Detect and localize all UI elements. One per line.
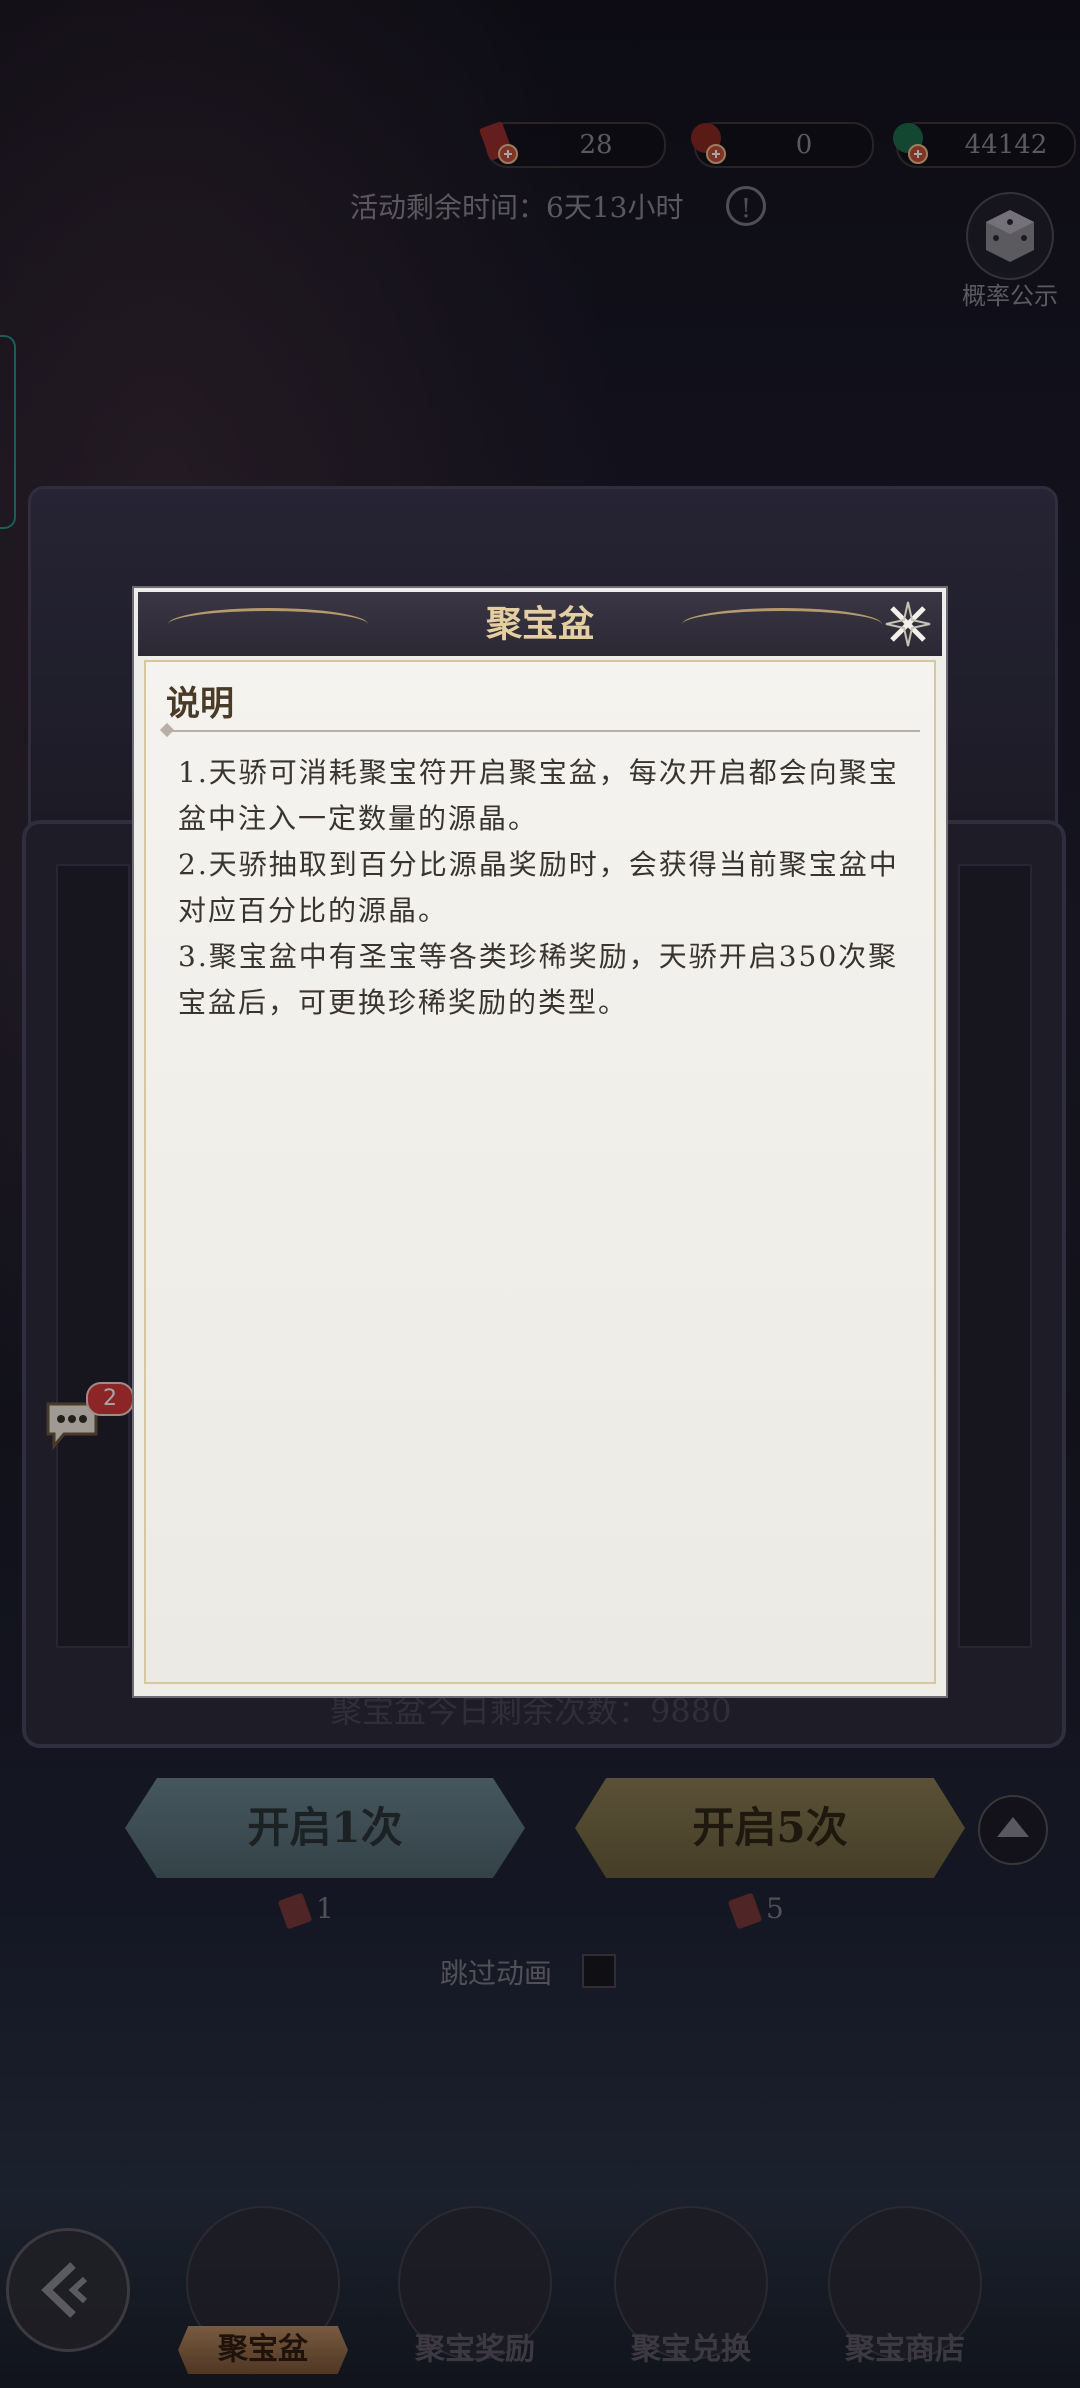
dialog-body: 说明 1.天骄可消耗聚宝符开启聚宝盆，每次开启都会向聚宝盆中注入一定数量的源晶。…: [144, 660, 936, 1684]
dialog-header: 聚宝盆: [138, 592, 942, 656]
dialog-title: 聚宝盆: [485, 603, 594, 645]
description-line: 3.聚宝盆中有圣宝等各类珍稀奖励，天骄开启350次聚宝盆后，可更换珍稀奖励的类型…: [178, 940, 899, 1019]
description-line: 2.天骄抽取到百分比源晶奖励时，会获得当前聚宝盆中对应百分比的源晶。: [178, 848, 899, 927]
close-icon[interactable]: [882, 598, 934, 650]
description-text: 1.天骄可消耗聚宝符开启聚宝盆，每次开启都会向聚宝盆中注入一定数量的源晶。 2.…: [178, 750, 904, 1026]
section-divider: [166, 730, 920, 732]
info-dialog: 聚宝盆 说明 1.天骄可消耗聚宝符开启聚宝盆，每次开启都会向聚宝盆中注入一定数量…: [132, 586, 948, 1698]
section-title: 说明: [166, 684, 234, 724]
description-line: 1.天骄可消耗聚宝符开启聚宝盆，每次开启都会向聚宝盆中注入一定数量的源晶。: [178, 756, 899, 835]
